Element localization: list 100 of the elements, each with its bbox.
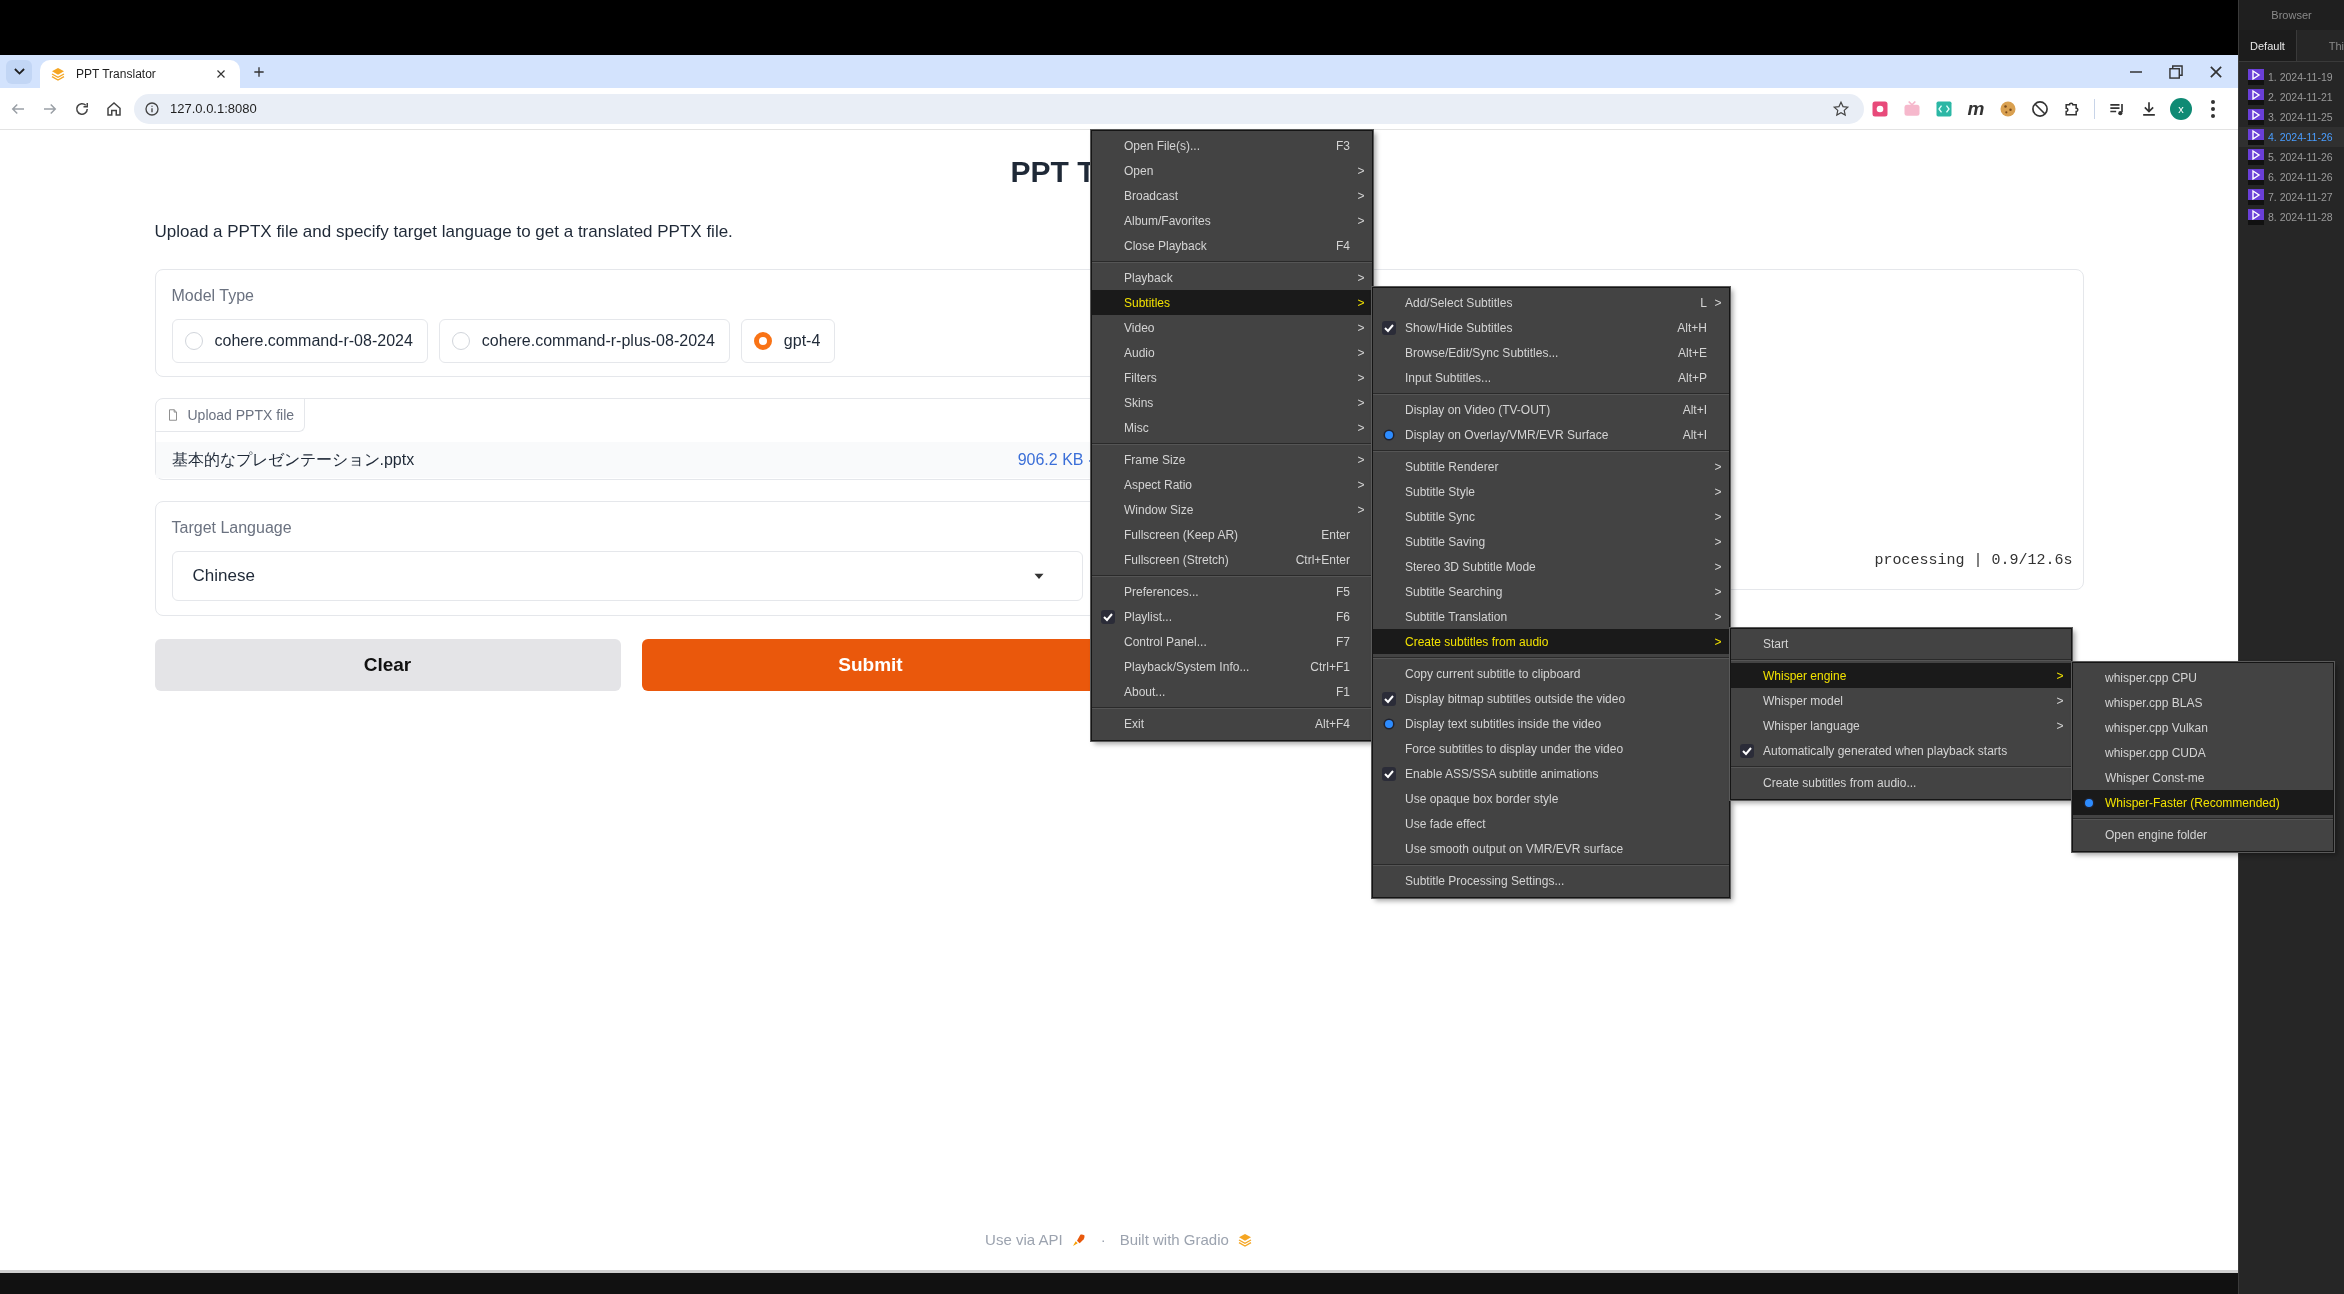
shortcut-text: Ctrl+Enter (1295, 552, 1350, 567)
tab-list-button[interactable] (6, 59, 32, 84)
video-file-icon (2248, 129, 2264, 145)
playlist-item[interactable]: 6. 2024-11-26 (2239, 167, 2344, 187)
menu-item[interactable]: Subtitle Processing Settings... (1373, 868, 1729, 893)
menu-item[interactable]: Open engine folder (2073, 822, 2333, 847)
menu-item[interactable]: Whisper engine > (1731, 663, 2071, 688)
blocked-icon (2030, 98, 2050, 119)
menu-item[interactable]: Whisper-Faster (Recommended) (2073, 790, 2333, 815)
menu-item[interactable]: Create subtitles from audio... (1731, 770, 2071, 795)
menu-item[interactable]: Use opaque box border style (1373, 786, 1729, 811)
submenu-arrow: > (1356, 320, 1366, 335)
shortcut-text: Ctrl+F1 (1310, 659, 1350, 674)
clear-button[interactable]: Clear (154, 639, 621, 691)
close-icon (2210, 65, 2222, 78)
menu-item[interactable]: Subtitles > (1092, 290, 1372, 315)
menu-item[interactable]: Automatically generated when playback starts (1731, 738, 2071, 763)
menu-item[interactable]: Fullscreen (Stretch) Ctrl+Enter (1092, 547, 1372, 572)
menu-item[interactable]: Show/Hide Subtitles Alt+H (1373, 315, 1729, 340)
menu-item[interactable]: Skins > (1092, 390, 1372, 415)
submenu-arrow: > (1713, 534, 1723, 549)
radio-option[interactable]: gpt-4 (740, 319, 836, 363)
menu-item[interactable]: Exit Alt+F4 (1092, 711, 1372, 736)
menu-item[interactable]: Subtitle Translation > (1373, 604, 1729, 629)
playlist-tab[interactable]: Default (2239, 30, 2296, 61)
menu-item[interactable]: whisper.cpp BLAS (2073, 690, 2333, 715)
menu-item[interactable]: Start (1731, 631, 2071, 656)
menu-item[interactable]: Subtitle Sync > (1373, 504, 1729, 529)
menu-item[interactable]: Broadcast > (1092, 183, 1372, 208)
menu-item[interactable]: Display on Overlay/VMR/EVR Surface Alt+I (1373, 422, 1729, 447)
menu-item[interactable]: Copy current subtitle to clipboard (1373, 661, 1729, 686)
profile-avatar[interactable]: x (2170, 97, 2192, 120)
menu-item[interactable]: Frame Size > (1092, 447, 1372, 472)
radio-button[interactable] (753, 332, 772, 350)
menu-item[interactable]: Stereo 3D Subtitle Mode > (1373, 554, 1729, 579)
panel-title: Browser (2239, 0, 2344, 30)
menu-item[interactable]: Preferences... F5 (1092, 579, 1372, 604)
menu-item[interactable]: Browse/Edit/Sync Subtitles... Alt+E (1373, 340, 1729, 365)
playlist-item[interactable]: 5. 2024-11-26 (2239, 147, 2344, 167)
menu-item[interactable]: Subtitle Saving > (1373, 529, 1729, 554)
menu-item[interactable]: Display bitmap subtitles outside the video (1373, 686, 1729, 711)
menu-item[interactable]: Enable ASS/SSA subtitle animations (1373, 761, 1729, 786)
menu-item[interactable]: Subtitle Renderer > (1373, 454, 1729, 479)
browser-tab[interactable]: PPT Translator (40, 60, 240, 88)
extension-button[interactable]: m (1960, 92, 1992, 125)
playlist-item[interactable]: 1. 2024-11-19 (2239, 67, 2344, 87)
radio-button[interactable] (184, 332, 203, 350)
menu-item[interactable]: Subtitle Searching > (1373, 579, 1729, 604)
menu-item[interactable]: Display text subtitles inside the video (1373, 711, 1729, 736)
menu-item[interactable]: Input Subtitles... Alt+P (1373, 365, 1729, 390)
playlist-item[interactable]: 2. 2024-11-21 (2239, 87, 2344, 107)
menu-item[interactable]: Whisper language > (1731, 713, 2071, 738)
menu-item[interactable]: whisper.cpp Vulkan (2073, 715, 2333, 740)
submenu-arrow: > (1356, 452, 1366, 467)
menu-item[interactable]: whisper.cpp CUDA (2073, 740, 2333, 765)
menu-item[interactable]: Playlist... F6 (1092, 604, 1372, 629)
menu-item[interactable]: Filters > (1092, 365, 1372, 390)
menu-item[interactable]: Subtitle Style > (1373, 479, 1729, 504)
submenu-arrow: > (2055, 668, 2065, 683)
menu-item[interactable]: Whisper Const-me (2073, 765, 2333, 790)
video-file-icon (2248, 109, 2264, 125)
video-file-icon (2248, 149, 2264, 165)
menu-item[interactable]: whisper.cpp CPU (2073, 665, 2333, 690)
menu-item[interactable]: Aspect Ratio > (1092, 472, 1372, 497)
playlist-tab[interactable]: Thi (2296, 30, 2344, 61)
submenu-arrow: > (1713, 634, 1723, 649)
radio-button[interactable] (451, 332, 470, 350)
menu-item[interactable]: Fullscreen (Keep AR) Enter (1092, 522, 1372, 547)
menu-item[interactable]: Video > (1092, 315, 1372, 340)
menu-item[interactable]: Open File(s)... F3 (1092, 133, 1372, 158)
submenu-arrow: > (1356, 188, 1366, 203)
address-field[interactable]: 127.0.0.1:8080 (134, 93, 1864, 124)
menu-item[interactable]: Close Playback F4 (1092, 233, 1372, 258)
menu-item[interactable]: Window Size > (1092, 497, 1372, 522)
menu-item[interactable]: Playback > (1092, 265, 1372, 290)
playlist-item[interactable]: 4. 2024-11-26 (2239, 127, 2344, 147)
radio-option[interactable]: cohere.command-r-plus-08-2024 (438, 319, 730, 363)
language-dropdown[interactable]: Chinese (171, 551, 1083, 601)
video-file-icon (2248, 69, 2264, 85)
submenu-arrow: > (1713, 584, 1723, 599)
shortcut-text: L (1700, 295, 1707, 310)
menu-item[interactable]: Create subtitles from audio > (1373, 629, 1729, 654)
menu-item[interactable]: Use smooth output on VMR/EVR surface (1373, 836, 1729, 861)
submenu-arrow: > (1713, 509, 1723, 524)
menu-item[interactable]: Force subtitles to display under the video (1373, 736, 1729, 761)
menu-item[interactable]: Use fade effect (1373, 811, 1729, 836)
menu-item[interactable]: Whisper model > (1731, 688, 2071, 713)
shortcut-text: Enter (1321, 527, 1350, 542)
menu-item[interactable]: Display on Video (TV-OUT) Alt+I (1373, 397, 1729, 422)
menu-item[interactable]: Add/Select Subtitles L > (1373, 290, 1729, 315)
playlist-item[interactable]: 3. 2024-11-25 (2239, 107, 2344, 127)
playlist-item[interactable]: 7. 2024-11-27 (2239, 187, 2344, 207)
menu-item[interactable]: Open > (1092, 158, 1372, 183)
layers-icon (1236, 1231, 1253, 1248)
playlist-item[interactable]: 8. 2024-11-28 (2239, 207, 2344, 227)
menu-item[interactable]: Misc > (1092, 415, 1372, 440)
menu-item[interactable]: Audio > (1092, 340, 1372, 365)
home-icon (105, 99, 123, 118)
radio-option[interactable]: cohere.command-r-08-2024 (171, 319, 428, 363)
menu-item[interactable]: Album/Favorites > (1092, 208, 1372, 233)
